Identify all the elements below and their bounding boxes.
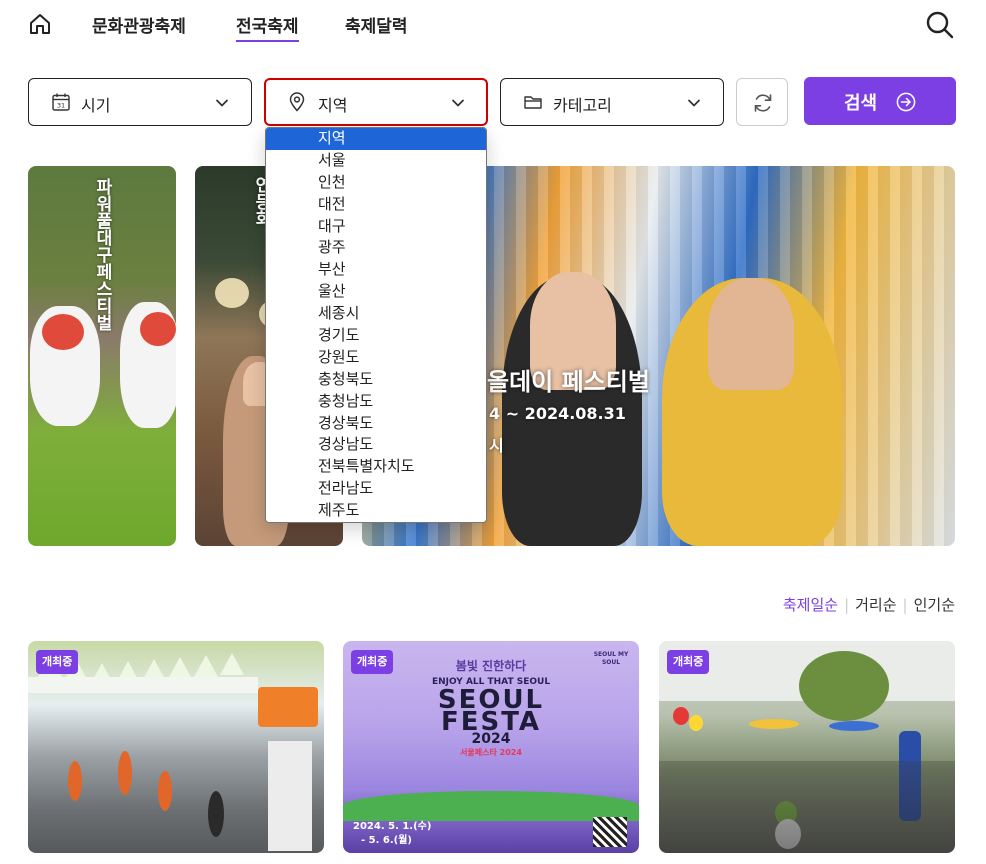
- sort-by-distance[interactable]: 거리순: [855, 596, 896, 614]
- festival-card[interactable]: 개최중: [28, 641, 324, 853]
- search-button[interactable]: 검색: [804, 77, 956, 125]
- svg-text:31: 31: [57, 102, 65, 110]
- chevron-down-icon: [688, 99, 700, 107]
- arrow-right-circle-icon: [896, 92, 916, 112]
- region-option[interactable]: 전라남도: [266, 478, 486, 500]
- location-pin-icon: [289, 92, 305, 112]
- region-option[interactable]: 대전: [266, 194, 486, 216]
- sort-options: 축제일순 | 거리순 | 인기순: [782, 596, 955, 614]
- festival-card[interactable]: 봄빛 진한하다 ENJOY ALL THAT SEOUL SEOUL MY SO…: [343, 641, 639, 853]
- home-icon[interactable]: [28, 12, 52, 36]
- search-icon[interactable]: [925, 10, 955, 40]
- nav-link-culture-festival[interactable]: 문화관광축제: [92, 12, 186, 37]
- hero-card-title: 올데이 페스티벌: [487, 368, 650, 396]
- hero-card-date: 4 ~ 2024.08.31: [489, 404, 626, 423]
- festival-card[interactable]: 개최중: [659, 641, 955, 853]
- region-option[interactable]: 전북특별자치도: [266, 456, 486, 478]
- reset-filters-button[interactable]: [736, 78, 788, 126]
- folder-icon: [524, 96, 542, 109]
- region-option[interactable]: 서울: [266, 150, 486, 172]
- region-option[interactable]: 대구: [266, 216, 486, 238]
- region-option[interactable]: 충청남도: [266, 391, 486, 413]
- chevron-down-icon: [452, 99, 464, 107]
- region-option[interactable]: 경상남도: [266, 434, 486, 456]
- region-option[interactable]: 지역: [266, 128, 486, 150]
- poster-date-end: - 5. 6.(월): [361, 835, 412, 846]
- region-option[interactable]: 인천: [266, 172, 486, 194]
- region-option[interactable]: 세종시: [266, 303, 486, 325]
- nav-link-national-festival[interactable]: 전국축제: [236, 12, 299, 42]
- sort-by-date[interactable]: 축제일순: [783, 596, 838, 614]
- region-option[interactable]: 경기도: [266, 325, 486, 347]
- calendar-icon: 31: [52, 93, 70, 111]
- region-option[interactable]: 충청북도: [266, 369, 486, 391]
- poster-korean-title: 서울페스타 2024: [460, 748, 522, 757]
- region-option[interactable]: 제주도: [266, 500, 486, 522]
- hero-card-title: 파워풀대구페스티벌: [92, 178, 112, 331]
- region-option[interactable]: 광주: [266, 237, 486, 259]
- chevron-down-icon: [216, 99, 228, 107]
- poster-date-start: 2024. 5. 1.(수): [353, 821, 432, 832]
- category-filter[interactable]: 카테고리: [500, 78, 724, 126]
- period-filter-label: 시기: [81, 96, 111, 115]
- status-badge: 개최중: [351, 650, 394, 674]
- hero-card-location: 시: [489, 436, 504, 455]
- region-filter[interactable]: 지역: [264, 78, 488, 126]
- poster-corner-text: SEOUL MY SOUL: [593, 651, 629, 666]
- category-filter-label: 카테고리: [553, 96, 612, 115]
- region-option[interactable]: 경상북도: [266, 413, 486, 435]
- nav-link-festival-calendar[interactable]: 축제달력: [345, 12, 408, 37]
- hero-card-daegu-festival[interactable]: 파워풀대구페스티벌: [28, 166, 176, 546]
- region-option[interactable]: 강원도: [266, 347, 486, 369]
- qr-code: [593, 817, 627, 847]
- poster-year: 2024: [471, 731, 511, 747]
- sort-by-popularity[interactable]: 인기순: [914, 596, 955, 614]
- status-badge: 개최중: [36, 650, 79, 674]
- region-filter-label: 지역: [318, 96, 348, 115]
- top-nav: 문화관광축제 전국축제 축제달력: [0, 0, 986, 52]
- region-option[interactable]: 울산: [266, 281, 486, 303]
- period-filter[interactable]: 31 시기: [28, 78, 252, 126]
- search-button-label: 검색: [844, 93, 878, 114]
- region-option[interactable]: 부산: [266, 259, 486, 281]
- region-dropdown-list: 지역 서울 인천 대전 대구 광주 부산 울산 세종시 경기도 강원도 충청북도 충청남도 경상북도 경상남…: [265, 127, 487, 523]
- refresh-icon: [754, 94, 772, 112]
- status-badge: 개최중: [667, 650, 710, 674]
